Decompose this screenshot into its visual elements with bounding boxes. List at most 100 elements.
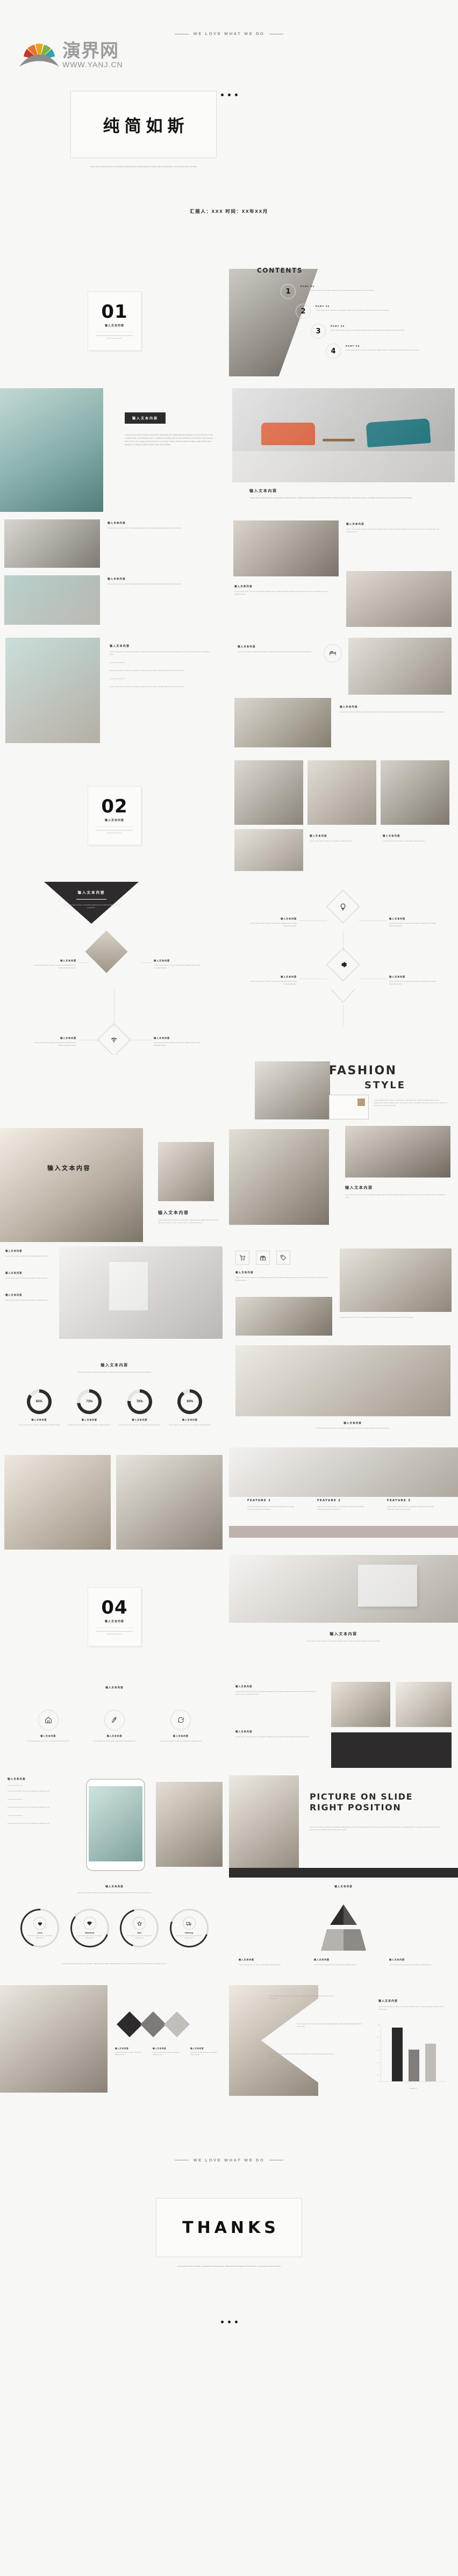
grid-caption: 输入文本内容 Lorem ipsum dolor sit amet, conse… — [383, 834, 447, 843]
logo-cn-text: 演界网 — [62, 41, 119, 61]
diamond-captions: 输入文本内容 Lorem ipsum dolor sit amet, conse… — [115, 2047, 224, 2056]
circle-stat-label: Star — [137, 1931, 142, 1935]
feature-label: FEATURE 3 — [387, 1499, 411, 1502]
icon-cell[interactable] — [276, 1251, 290, 1265]
contents-item[interactable]: 3 PART 03 Lorem ipsum dolor sit amet, co… — [311, 324, 453, 339]
grid-photo — [381, 760, 449, 825]
chart-title: 输入文本内容 — [378, 2000, 398, 2003]
thanks-title: THANKS — [182, 2218, 280, 2237]
section-heading: 输入文本内容 — [105, 1686, 124, 1689]
caption-heading: 输入文本内容 — [330, 1632, 357, 1636]
node-label: 输入文本内容 — [239, 1958, 254, 1961]
caption-heading: 输入文本内容 — [158, 1210, 189, 1215]
icon-stat-label: 输入文本内容 — [40, 1735, 56, 1737]
diagram-node: 输入文本内容 Lorem ipsum dolor sit amet, conse… — [389, 975, 441, 986]
cover-subtitle: Lorem ipsum dolor sit amet, consectetur … — [89, 166, 198, 168]
node-label: 输入文本内容 — [60, 959, 76, 962]
picture-line-2: RIGHT POSITION — [310, 1802, 402, 1813]
gallery-caption: 输入文本内容 Lorem ipsum dolor sit amet, conse… — [238, 645, 318, 653]
row-circle-stats: 输入文本内容 Lorem ipsum dolor sit amet, conse… — [0, 1878, 458, 1985]
caption-body: Lorem ipsum dolor sit amet, consectetur … — [5, 1299, 48, 1301]
section-en-desc: Lorem ipsum dolor sit amet, consectetur … — [95, 1628, 134, 1635]
icon-cell[interactable] — [235, 1251, 249, 1265]
features-slide: FEATURE 1 Lorem ipsum dolor sit amet, co… — [229, 1447, 458, 1555]
icon-cell[interactable] — [256, 1251, 270, 1265]
bar-2 — [408, 2050, 419, 2081]
node-desc: Lorem ipsum dolor sit amet, consectetur … — [34, 1041, 76, 1046]
node-label: 输入文本内容 — [115, 2047, 129, 2050]
marble-text-col: 输入文本内容 Lorem ipsum dolor sit amet, conse… — [5, 1250, 52, 1302]
node-desc: Lorem ipsum dolor sit amet, consectetur … — [153, 2052, 180, 2056]
icon-circle — [170, 1710, 191, 1730]
gallery-photo — [346, 571, 452, 627]
node-label: 输入文本内容 — [60, 1037, 76, 1039]
bar-chart-x-label: Category 1 — [409, 2087, 418, 2089]
site-logo[interactable]: 演界网 WWW.YANJ.CN — [18, 35, 123, 69]
node-label: 输入文本内容 — [281, 975, 297, 978]
node-desc: Lorem ipsum dolor sit amet, consectetur … — [250, 980, 297, 985]
caption-heading: 输入文本内容 — [108, 522, 126, 524]
picture-body: Lorem ipsum dolor sit amet, consectetur … — [310, 1826, 440, 1831]
circle-stat-2: Diamond Lorem ipsum dolor sit amet, cons… — [70, 1909, 109, 1947]
livingroom-caption: 输入文本内容 Lorem ipsum dolor sit amet, conse… — [158, 1210, 218, 1224]
marble-photo — [59, 1246, 223, 1339]
gallery-photo — [4, 575, 100, 625]
contents-item[interactable]: 4 PART 04 Lorem ipsum dolor sit amet, co… — [326, 344, 453, 359]
row-gallery-2: 输入文本内容 Lorem ipsum dolor sit amet, conse… — [0, 630, 458, 754]
wifi-icon — [111, 1038, 117, 1043]
features-accent-bar — [229, 1526, 458, 1538]
gallery-caption: 输入文本内容 Lorem ipsum dolor sit amet, conse… — [108, 522, 188, 530]
donut-desc: Lorem ipsum dolor sit amet, consectetur … — [68, 1424, 111, 1426]
list-item-desc: Lorem ipsum dolor sit amet, consectetur … — [8, 1806, 50, 1808]
fashion-body: Lorem ipsum dolor sit amet, consectetur … — [374, 1099, 448, 1107]
contents-item-label: PART 04 — [346, 345, 360, 347]
feature-label: FEATURE 2 — [317, 1499, 341, 1502]
node-desc: Lorem ipsum dolor sit amet, consectetur … — [314, 1964, 356, 1966]
chart-title: 输入文本内容 — [101, 1364, 128, 1367]
triangle-stack-icon — [321, 1904, 366, 1951]
row-donuts: 输入文本内容 Lorem ipsum dolor sit amet, conse… — [0, 1340, 458, 1447]
contents-item[interactable]: 1 PART 01 Lorem ipsum dolor sit amet, co… — [281, 284, 453, 299]
collage-caption: 输入文本内容 Lorem ipsum dolor sit amet, conse… — [345, 1185, 447, 1199]
section-card: 02 输入文本内容 Lorem ipsum dolor sit amet, co… — [88, 786, 141, 845]
chart-title: 输入文本内容 — [105, 1885, 124, 1888]
icon-row-caption: Lorem ipsum dolor sit amet, consectetur … — [340, 1316, 447, 1319]
node-label: 输入文本内容 — [281, 917, 297, 920]
diagram-node-bulb — [326, 889, 360, 924]
icon-row-caption: 输入文本内容 Lorem ipsum dolor sit amet, conse… — [235, 1271, 332, 1282]
livingroom-heading: 输入文本内容 — [47, 1165, 91, 1172]
row-section04: 04 输入文本内容 Lorem ipsum dolor sit amet, co… — [0, 1555, 458, 1679]
donut-desc: Lorem ipsum dolor sit amet, consectetur … — [168, 1424, 211, 1426]
diagram-node: 输入文本内容 Lorem ipsum dolor sit amet, conse… — [389, 917, 441, 927]
dot-1 — [220, 94, 224, 96]
donut-value: 85% — [30, 1393, 48, 1411]
dot-2 — [227, 2321, 231, 2323]
y-tick: 0 — [378, 2081, 380, 2083]
caption-body: Lorem ipsum dolor sit amet, consectetur … — [306, 1640, 381, 1642]
node-label: 输入文本内容 — [314, 1958, 330, 1961]
donut-chart-header: 输入文本内容 Lorem ipsum dolor sit amet, conse… — [0, 1362, 229, 1374]
photo-caption: 输入文本内容 Lorem ipsum dolor sit amet, conse… — [310, 1422, 396, 1430]
donut-value: 76% — [130, 1393, 149, 1411]
contents-item-desc: Lorem ipsum dolor sit amet, consectetur … — [300, 289, 375, 291]
circle-stat-label: Diamond — [85, 1931, 95, 1935]
row-fashion: FASHION STYLE Lorem ipsum dolor sit amet… — [0, 1055, 458, 1119]
circle-stat-4: Delivery Lorem ipsum dolor sit amet, con… — [169, 1909, 209, 1947]
circle-icon-badge — [324, 644, 342, 662]
caption-body: Lorem ipsum dolor sit amet, consectetur … — [110, 686, 184, 688]
side-photo — [156, 1782, 223, 1867]
bed-icon — [330, 651, 336, 655]
circle-stat-desc: Lorem ipsum dolor sit amet, consectetur … — [176, 1935, 202, 1939]
diamond-shape — [163, 2011, 190, 2038]
icon-row-photo — [340, 1248, 452, 1312]
node-label: 输入文本内容 — [389, 1958, 405, 1961]
contents-item[interactable]: 2 PART 02 Lorem ipsum dolor sit amet, co… — [296, 304, 453, 319]
ppt-preview-page: WE LOVE WHAT WE DO 演界网 WWW.YANJ.CN 纯简如斯 … — [0, 0, 458, 2335]
icon-circle — [38, 1710, 59, 1730]
icon-stat-desc: Lorem ipsum dolor sit amet, consectetur … — [159, 1740, 202, 1742]
donut-item: 90% 输入文本内容 Lorem ipsum dolor sit amet, c… — [168, 1389, 211, 1426]
donut-chart-slide: 输入文本内容 Lorem ipsum dolor sit amet, conse… — [0, 1340, 229, 1447]
bullet-desc: Lorem ipsum dolor sit amet, consectetur … — [269, 1995, 334, 2000]
icon-stat-desc: Lorem ipsum dolor sit amet, consectetur … — [93, 1740, 136, 1742]
list-item-desc: Lorem ipsum dolor sit amet, consectetur … — [8, 1790, 50, 1792]
